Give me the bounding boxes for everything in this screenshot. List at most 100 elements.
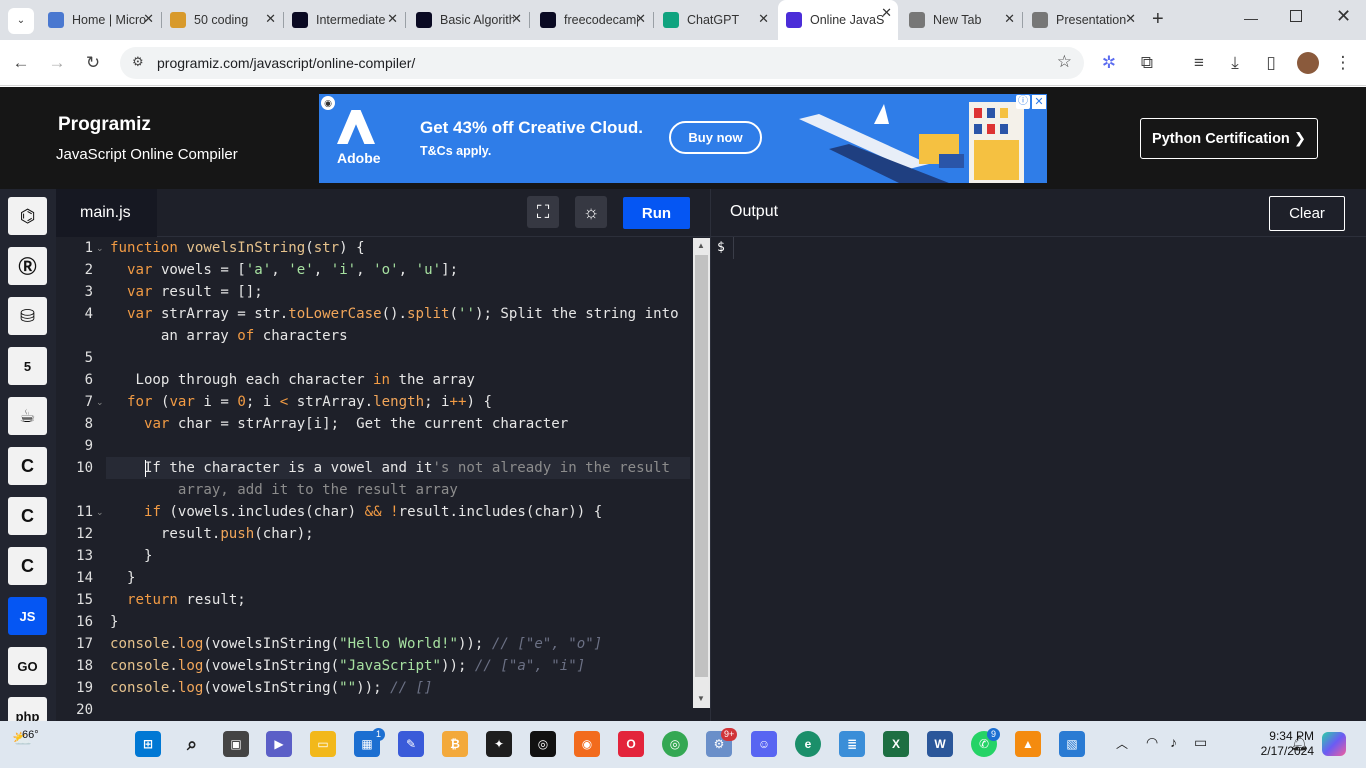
browser-tab[interactable]: ChatGPT ✕ (655, 6, 775, 34)
ad-close-icon[interactable]: ✕ (1032, 95, 1046, 109)
firefox-icon[interactable]: ◉ (574, 731, 600, 757)
tab-close-icon[interactable]: ✕ (635, 11, 646, 27)
fold-chevron-icon[interactable]: ⌄ (96, 501, 104, 523)
code-line: if (vowels.includes(char) && !result.inc… (143, 504, 603, 520)
language-sql-button[interactable]: ⛁ (8, 297, 47, 335)
weather-widget[interactable]: ⛅ 66° (12, 729, 39, 749)
chatgpt-icon (663, 12, 679, 28)
tab-close-icon[interactable]: ✕ (1125, 11, 1136, 27)
browser-tab[interactable]: Home | Microsoft✕ (40, 6, 160, 34)
tab-close-icon[interactable]: ✕ (881, 5, 892, 21)
back-icon[interactable]: ← (8, 50, 34, 76)
browser-tab[interactable]: Intermediate ✕ (284, 6, 404, 34)
extension-puzzle-icon[interactable]: ✲ (1096, 50, 1122, 76)
side-panel-icon[interactable]: ▯ (1258, 50, 1284, 76)
start-icon[interactable]: ⊞ (135, 731, 161, 757)
language-java-button[interactable]: ☕ (8, 397, 47, 435)
fold-chevron-icon[interactable]: ⌄ (96, 391, 104, 413)
chevron-up-icon[interactable]: ︿ (1116, 735, 1128, 752)
restore-icon[interactable] (1290, 10, 1302, 22)
remote-desktop-icon[interactable]: ▧ (1059, 731, 1085, 757)
ad-privacy-icon[interactable]: ◉ (321, 96, 335, 110)
code-line: an array of characters (110, 328, 348, 344)
new-tab-icon[interactable]: + (1152, 8, 1164, 30)
profile-avatar[interactable] (1297, 52, 1319, 74)
notification-bell-icon[interactable]: 🔔︎ (1290, 734, 1309, 752)
search-icon[interactable]: ⌕ (179, 731, 205, 757)
chrome-icon[interactable]: ◎ (662, 731, 688, 757)
editor-scrollbar-thumb[interactable] (695, 255, 708, 677)
word-icon[interactable]: W (927, 731, 953, 757)
tab-close-icon[interactable]: ✕ (143, 11, 154, 27)
fold-chevron-icon[interactable]: ⌄ (96, 237, 104, 259)
site-info-icon[interactable]: ⚙ (132, 54, 144, 70)
page-title: JavaScript Online Compiler (56, 146, 238, 163)
tab-close-icon[interactable]: ✕ (387, 11, 398, 27)
browser-tab[interactable]: 50 coding ✕ (162, 6, 282, 34)
fullscreen-button[interactable]: ⛶ (527, 196, 559, 228)
programiz-logo[interactable]: Programiz (58, 114, 151, 136)
ad-choices-icon[interactable]: ⓘ (1016, 95, 1030, 109)
bookmark-star-icon[interactable]: ☆ (1057, 52, 1072, 72)
meet-icon[interactable]: ▶ (266, 731, 292, 757)
address-bar[interactable]: ⚙ programiz.com/javascript/online-compil… (120, 47, 1084, 79)
tab-search-button[interactable]: ⌄ (8, 8, 34, 34)
task-view-icon[interactable]: ▣ (223, 731, 249, 757)
browser-tab[interactable]: Online JavaScript✕ (778, 0, 898, 40)
line-number: 12 (76, 526, 93, 542)
file-explorer-icon[interactable]: ▭ (310, 731, 336, 757)
excel-icon[interactable]: X (883, 731, 909, 757)
language-python-button[interactable]: ⌬ (8, 197, 47, 235)
bitcoin-app-icon[interactable]: ₿ (442, 731, 468, 757)
language-c-button[interactable]: C (8, 447, 47, 485)
close-window-icon[interactable]: ✕ (1336, 6, 1351, 27)
notepad-icon[interactable]: ≣ (839, 731, 865, 757)
ad-buy-now-button[interactable]: Buy now (669, 121, 762, 154)
python-certification-button[interactable]: Python Certification ❯ (1140, 118, 1318, 159)
github-icon[interactable]: ◎ (530, 731, 556, 757)
minimize-icon[interactable]: — (1244, 10, 1258, 26)
language-r-button[interactable]: Ⓡ (8, 247, 47, 285)
wifi-icon[interactable]: ◠ (1146, 734, 1158, 751)
language-js-button[interactable]: JS (8, 597, 47, 635)
media-icon[interactable]: ≡ (1186, 50, 1212, 76)
browser-tab[interactable]: freecodecamp ✕ (532, 6, 652, 34)
tab-close-icon[interactable]: ✕ (265, 11, 276, 27)
output-console[interactable]: $ (710, 237, 1366, 721)
tab-close-icon[interactable]: ✕ (1004, 11, 1015, 27)
clear-button[interactable]: Clear (1269, 196, 1345, 231)
reload-icon[interactable]: ↻ (80, 50, 106, 76)
language-csharp-button[interactable]: C (8, 547, 47, 585)
language-go-button[interactable]: GO (8, 647, 47, 685)
editor-app-icon[interactable]: ✎ (398, 731, 424, 757)
browser-tab[interactable]: Basic Algorithm✕ (408, 6, 528, 34)
figma-icon[interactable]: ✦ (486, 731, 512, 757)
opera-icon[interactable]: O (618, 731, 644, 757)
language-html-button[interactable]: 5 (8, 347, 47, 385)
scroll-up-icon[interactable]: ▲ (697, 241, 705, 250)
copilot-icon[interactable] (1322, 732, 1346, 756)
discord-icon[interactable]: ☺ (751, 731, 777, 757)
browser-tab[interactable]: Presentation ✕ (1024, 6, 1142, 34)
scroll-down-icon[interactable]: ▼ (697, 694, 705, 703)
browser-tab[interactable]: New Tab ✕ (901, 6, 1021, 34)
download-icon[interactable]: ⤓ (1222, 50, 1248, 76)
teams-badge: 9+ (721, 728, 738, 741)
menu-dots-icon[interactable]: ⋮ (1330, 50, 1356, 76)
forward-icon[interactable]: → (44, 50, 70, 76)
extensions-icon[interactable]: ⧉ (1134, 50, 1160, 76)
whatsapp-badge: 9 (987, 728, 1000, 741)
run-button[interactable]: Run (623, 197, 690, 229)
vlc-icon[interactable]: ▲ (1015, 731, 1041, 757)
file-tab-main-js[interactable]: main.js (56, 189, 157, 237)
language-cpp-button[interactable]: C (8, 497, 47, 535)
edge-icon[interactable]: e (795, 731, 821, 757)
tab-close-icon[interactable]: ✕ (758, 11, 769, 27)
url-text[interactable]: programiz.com/javascript/online-compiler… (157, 55, 415, 71)
theme-toggle-button[interactable]: ☼ (575, 196, 607, 228)
ad-banner[interactable]: Adobe Get 43% off Creative Cloud. T&Cs a… (319, 94, 1047, 183)
battery-icon[interactable]: ▭ (1194, 734, 1207, 751)
code-editor[interactable]: 1 ⌄ 2 3 4 5 6 7 ⌄ 8 9 10 11 ⌄ 12 13 14 15 16 17 18 19 20 funct… (56, 237, 710, 721)
tab-close-icon[interactable]: ✕ (511, 11, 522, 27)
volume-icon[interactable]: ♪ (1170, 734, 1177, 750)
